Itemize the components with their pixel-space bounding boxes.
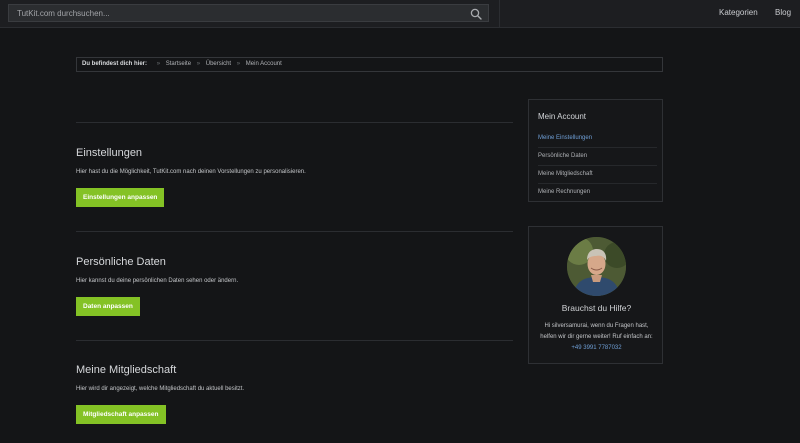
search-icon[interactable] bbox=[470, 7, 482, 20]
help-text: Hi silversamurai, wenn du Fragen hast, h… bbox=[537, 321, 656, 354]
account-menu-list: Meine Einstellungen Persönliche Daten Me… bbox=[538, 130, 657, 201]
section-desc-einstellungen: Hier hast du die Möglichkeit, TutKit.com… bbox=[76, 169, 306, 175]
breadcrumb-separator: » bbox=[236, 61, 241, 67]
einstellungen-anpassen-button[interactable]: Einstellungen anpassen bbox=[76, 188, 165, 207]
section-divider bbox=[76, 122, 513, 123]
section-desc-persoenliche-daten: Hier kannst du deine persönlichen Daten … bbox=[76, 278, 239, 284]
breadcrumb: Du befindest dich hier: » Startseite » Ü… bbox=[76, 57, 663, 72]
nav-kategorien-link[interactable]: Kategorien bbox=[719, 8, 758, 17]
help-title: Brauchst du Hilfe? bbox=[561, 303, 632, 313]
account-link-mitgliedschaft[interactable]: Meine Mitgliedschaft bbox=[538, 166, 657, 184]
breadcrumb-lead: Du befindest dich hier: bbox=[82, 61, 148, 67]
account-link-rechnungen[interactable]: Meine Rechnungen bbox=[538, 184, 657, 201]
daten-anpassen-button[interactable]: Daten anpassen bbox=[76, 297, 140, 316]
section-divider bbox=[76, 340, 513, 341]
breadcrumb-separator: » bbox=[196, 61, 201, 67]
breadcrumb-item-mein-account: Mein Account bbox=[245, 61, 282, 67]
support-avatar bbox=[567, 237, 626, 296]
breadcrumb-item-uebersicht[interactable]: Übersicht bbox=[206, 61, 231, 67]
breadcrumb-item-startseite[interactable]: Startseite bbox=[166, 61, 191, 67]
header-divider bbox=[499, 0, 500, 27]
section-divider bbox=[76, 231, 513, 232]
top-bar: Kategorien Blog bbox=[0, 0, 800, 28]
section-title-persoenliche-daten: Persönliche Daten bbox=[76, 256, 166, 268]
search-input[interactable] bbox=[9, 5, 467, 21]
section-title-einstellungen: Einstellungen bbox=[76, 147, 143, 159]
help-message: Hi silversamurai, wenn du Fragen hast, h… bbox=[540, 323, 653, 340]
nav-blog-link[interactable]: Blog bbox=[775, 8, 791, 17]
breadcrumb-separator: » bbox=[156, 61, 161, 67]
section-title-mitgliedschaft: Meine Mitgliedschaft bbox=[76, 364, 177, 376]
account-link-einstellungen[interactable]: Meine Einstellungen bbox=[538, 130, 657, 148]
account-menu-title: Mein Account bbox=[538, 112, 587, 121]
account-menu-box: Mein Account Meine Einstellungen Persönl… bbox=[528, 99, 663, 202]
account-link-persoenliche-daten[interactable]: Persönliche Daten bbox=[538, 148, 657, 166]
search-box bbox=[8, 4, 489, 22]
mitgliedschaft-anpassen-button[interactable]: Mitgliedschaft anpassen bbox=[76, 405, 166, 424]
help-phone-link[interactable]: +49 3991 7787032 bbox=[571, 345, 621, 351]
section-desc-mitgliedschaft: Hier wird dir angezeigt, welche Mitglied… bbox=[76, 386, 245, 392]
help-box: Brauchst du Hilfe? Hi silversamurai, wen… bbox=[528, 226, 663, 364]
